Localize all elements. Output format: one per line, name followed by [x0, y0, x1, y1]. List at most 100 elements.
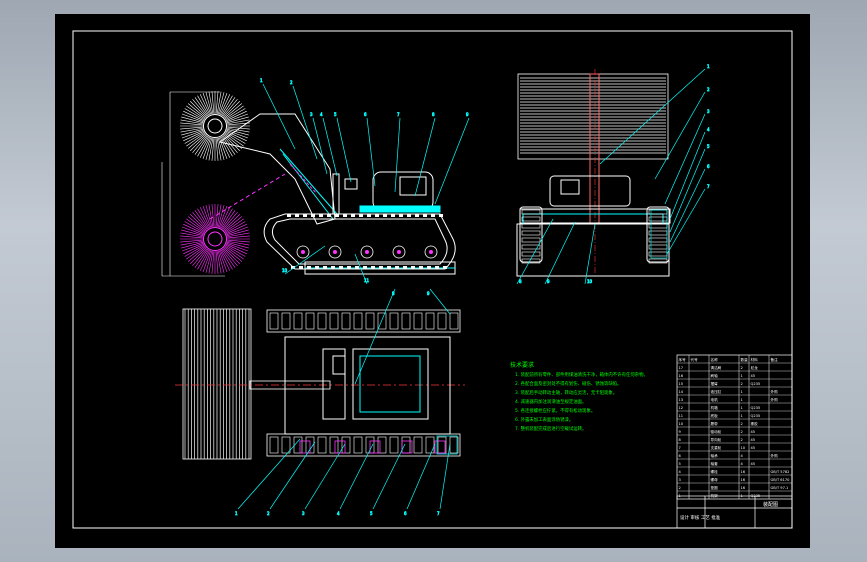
balloon-label: 10: [587, 279, 593, 284]
leader-line: [336, 117, 352, 183]
title-block-labels: 设计 审核 工艺 批准: [680, 514, 721, 521]
drawing-name: 装配图: [763, 501, 778, 508]
bom-cell: 序号: [679, 357, 687, 362]
bom-cell: 外购: [771, 389, 779, 394]
track-tooth: [359, 214, 363, 217]
leader-line: [292, 85, 318, 160]
bristle: [190, 134, 207, 151]
bom-cell: 代号: [691, 357, 699, 362]
swing-arm: [209, 113, 338, 225]
bom-cell: 1: [741, 414, 743, 418]
bom-cell: 底板: [711, 413, 719, 418]
cad-drawing: 1 23 4 5 6 7 8 9 10 1 1 12345678 9 10 1 2 3…: [72, 30, 793, 529]
track-tooth: [287, 214, 291, 217]
balloon-label: 7: [707, 184, 710, 189]
bom-cell: Q235: [751, 382, 761, 386]
balloon-label: 8: [519, 279, 522, 284]
track-tooth: [379, 266, 383, 269]
balloon-label: 6: [707, 164, 710, 169]
side-leaders: 1 2 3 4 5 6 7 8 9 10 11: [260, 78, 469, 285]
bom-cell: 16: [679, 374, 684, 378]
bom-cell: 液压缸: [711, 389, 722, 394]
track-tooth: [295, 214, 299, 217]
track-link: [521, 216, 541, 222]
track-tooth: [355, 266, 359, 269]
track-pad: [401, 312, 411, 330]
track-link: [521, 251, 541, 257]
bom-cell: 10: [741, 446, 746, 450]
brush-bristle-lines: [520, 77, 666, 154]
front-view: 1 2 3 4 5 6 7 8 9 10: [516, 64, 710, 285]
track-link: [521, 223, 541, 229]
track-pad: [389, 312, 399, 330]
upper-brush: [180, 91, 250, 161]
front-leaders: 1 2 3 4 5 6 7 8 9 10: [516, 64, 710, 285]
bom-cell: 45: [751, 438, 756, 442]
leader-line: [304, 443, 346, 510]
bristle: [223, 214, 240, 231]
track-tooth: [407, 214, 411, 217]
leader-line: [394, 117, 401, 193]
track-tooth: [347, 266, 351, 269]
track-tooth: [415, 214, 419, 217]
track-pad: [413, 436, 423, 454]
bom-cell: 导向轮: [711, 437, 722, 442]
outer-frame: [72, 30, 793, 529]
track-pad: [425, 312, 435, 330]
bom-cell: 3: [679, 478, 681, 482]
leader-line: [544, 221, 576, 285]
leader-line: [666, 188, 706, 255]
balloon-label: 5: [334, 112, 337, 117]
track-link: [521, 230, 541, 236]
title-block: [676, 495, 793, 529]
track-pad: [353, 312, 363, 330]
leader-line: [406, 443, 436, 510]
track-tooth: [323, 266, 327, 269]
bom-cell: 2: [679, 486, 681, 490]
bom-cell: 橡胶: [751, 421, 759, 426]
brush-hub: [202, 226, 228, 252]
bom-cell: 螺母: [711, 477, 719, 482]
bill-of-materials: 序号 代号 名称 数量 材料 备注17 清洁刷 2 尼龙16 刷轴 1 4515 摆臂 2 Q23514 液压…: [676, 354, 793, 500]
balloon-label: 9: [466, 112, 469, 117]
track-tooth: [327, 214, 331, 217]
track-pad: [425, 436, 435, 454]
wheel-hub: [397, 250, 401, 254]
bom-cell: 数量: [741, 357, 749, 362]
bom-cell: 5: [679, 462, 681, 466]
track-tooth: [419, 266, 423, 269]
leader-line: [269, 441, 316, 510]
bom-cell: 10: [679, 422, 684, 426]
bom-cell: 6: [679, 454, 682, 458]
track-link: [648, 223, 668, 229]
balloon-label: 3: [302, 511, 305, 516]
track-tooth: [335, 214, 339, 217]
track-tooth: [311, 214, 315, 217]
track-tooth: [331, 266, 335, 269]
track-pad: [281, 436, 291, 454]
track-pad: [389, 436, 399, 454]
bom-cell: 2: [741, 382, 743, 386]
note-1: 1. 装配前所有零件、部件用煤油清洗干净，箱体内不许有任何杂物。: [515, 371, 648, 378]
track-pad: [329, 436, 339, 454]
track-link: [648, 237, 668, 243]
leader-line: [584, 223, 596, 285]
track-link: [648, 230, 668, 236]
bom-cell: GB/T 6170: [771, 478, 791, 482]
bom-cell: 2: [741, 366, 743, 370]
track-tooth: [363, 266, 367, 269]
balloon-label: 1: [707, 64, 710, 69]
bom-cell: GB/T 5782: [771, 470, 790, 474]
leader-line: [262, 83, 296, 150]
bom-cell: 清洁刷: [711, 365, 722, 370]
track-pad: [401, 436, 411, 454]
bom-cell: 垫圈: [711, 485, 719, 490]
plan-view: 1 2 3 4 5 6 7 8 9: [175, 288, 465, 516]
track-tooth: [319, 214, 323, 217]
track-pad: [269, 436, 279, 454]
balloon-label: 7: [397, 112, 400, 117]
bom-cell: 尼龙: [751, 365, 759, 370]
track-tooth: [367, 214, 371, 217]
bom-cell: 电机: [711, 397, 719, 402]
leader-line: [372, 443, 406, 510]
